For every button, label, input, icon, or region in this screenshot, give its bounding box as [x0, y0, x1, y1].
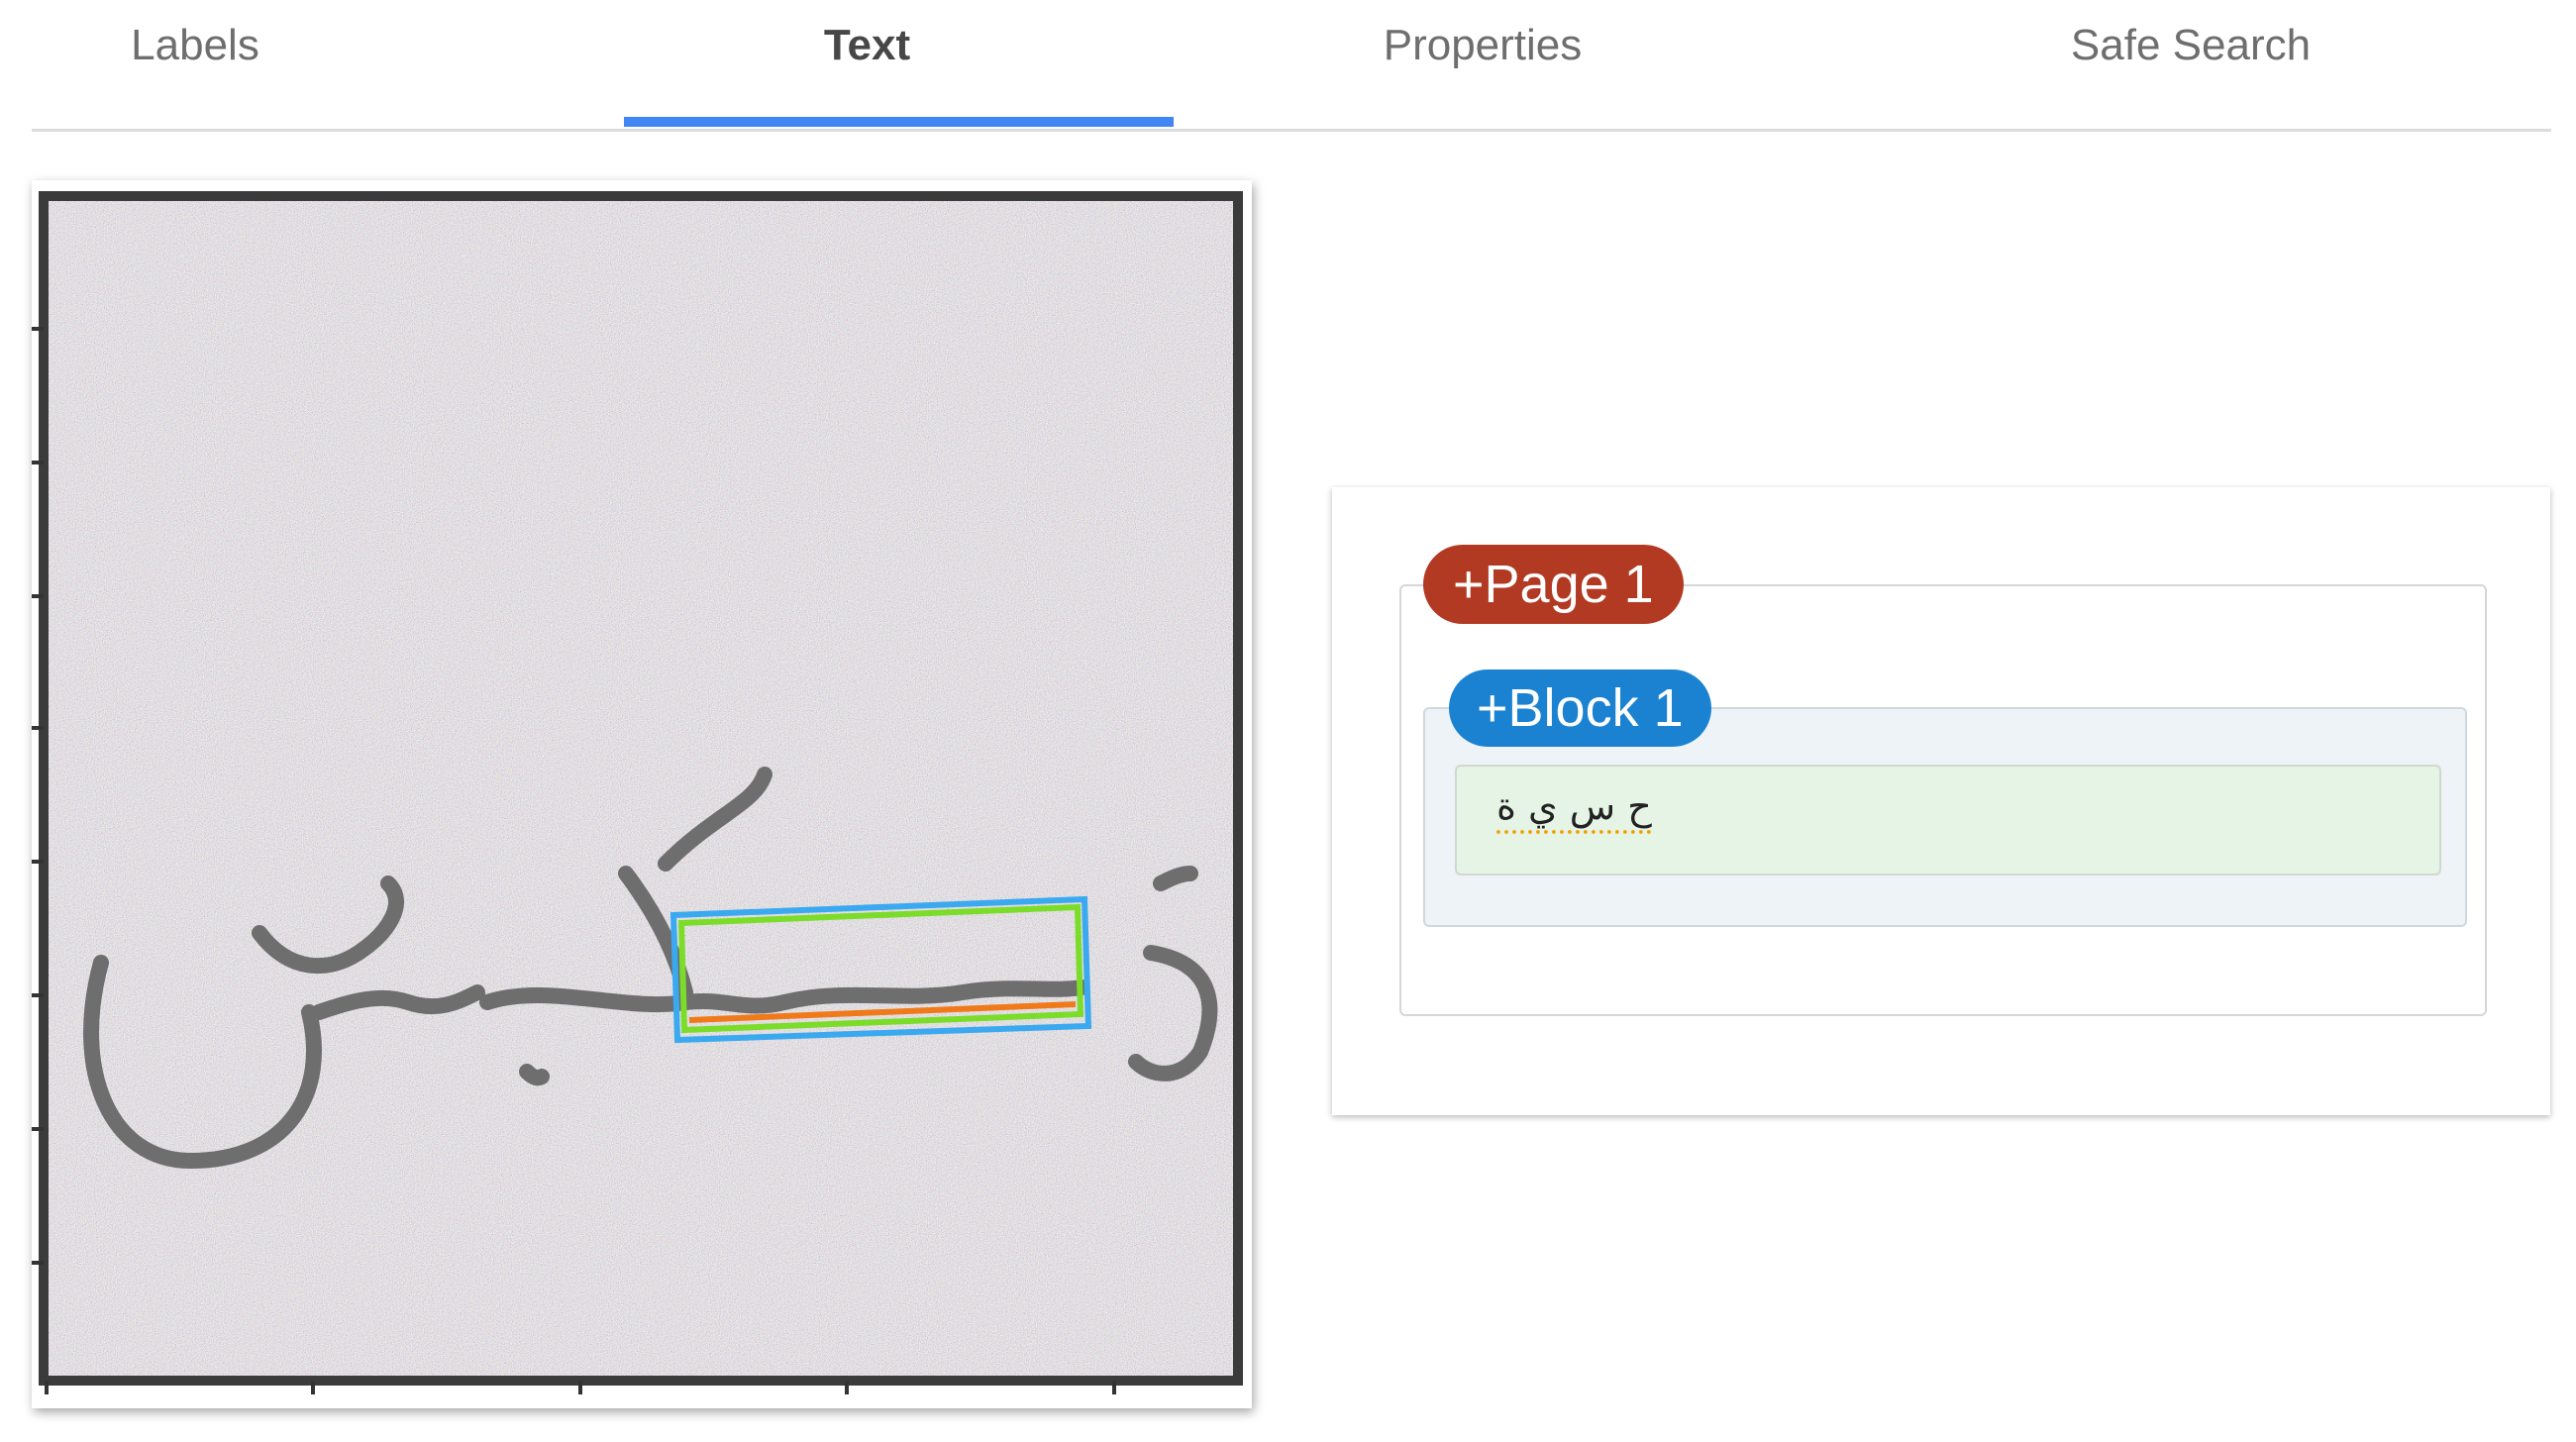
tab-text[interactable]: Text — [592, 0, 1142, 126]
tab-safe-search-label: Safe Search — [2070, 20, 2312, 69]
tab-bar: Labels Text Properties Safe Search — [32, 0, 2551, 132]
detected-text: ح س ي ة — [1496, 784, 1652, 828]
active-tab-indicator — [624, 117, 1174, 127]
analyzed-image — [32, 191, 1243, 1394]
tab-properties-label: Properties — [1383, 20, 1583, 69]
tab-safe-search[interactable]: Safe Search — [1854, 0, 2527, 126]
text-result-card: +Page 1 +Block 1 ح س ي ة — [1332, 487, 2550, 1115]
tab-text-label: Text — [823, 20, 911, 69]
tab-properties[interactable]: Properties — [1171, 0, 1795, 126]
image-noise — [44, 196, 1238, 1381]
tab-labels[interactable]: Labels — [32, 0, 359, 126]
tab-labels-label: Labels — [131, 20, 259, 69]
block-chip[interactable]: +Block 1 — [1449, 670, 1711, 747]
image-preview — [32, 180, 1252, 1408]
page-chip[interactable]: +Page 1 — [1423, 545, 1684, 624]
